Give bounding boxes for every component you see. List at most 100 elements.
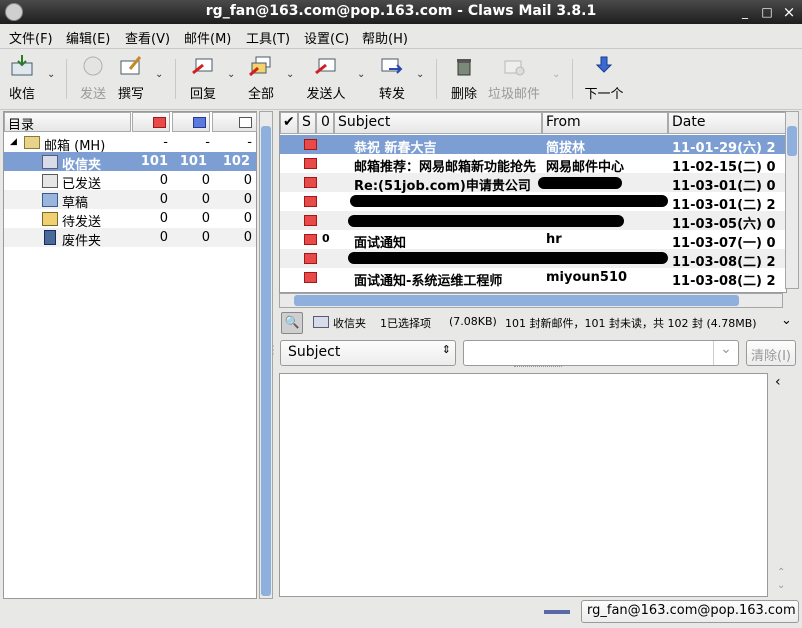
message-preview [279,373,768,597]
paperclip-icon: 0 [322,232,330,245]
forward-button[interactable]: 转发 [377,53,407,102]
scrollbar-thumb[interactable] [261,126,271,596]
status-column-header[interactable]: S [298,112,316,134]
folder-tree: 目录 ◢ 邮箱 (MH) - - - 收信夹 101 101 102 已发送 0… [3,111,257,599]
message-row[interactable]: 面试通知-系统运维工程师 miyoun510 11-03-08(二) 2 [280,268,786,289]
attachment-column-header[interactable]: 0 [316,112,334,134]
minimize-button[interactable]: _ [738,5,752,19]
search-input[interactable]: ⌄ [463,340,739,366]
reply-dropdown-icon[interactable]: ⌄ [227,69,235,80]
redaction-mark [348,215,624,227]
forward-icon [381,58,403,74]
envelope-icon [304,196,317,207]
menu-help[interactable]: 帮助(H) [362,28,408,47]
menu-file[interactable]: 文件(F) [9,28,53,47]
receive-button[interactable]: 收信 [6,53,38,102]
folder-drafts[interactable]: 草稿 0 0 0 [4,190,256,211]
envelope-icon [304,234,317,245]
message-list: ✔ S 0 Subject From Date 恭祝 新春大吉 简拔林 11-0… [279,111,787,293]
message-row[interactable]: 恭祝 新春大吉 简拔林 11-01-29(六) 2 [280,135,786,156]
message-list-scrollbar[interactable] [785,111,799,289]
scrollbar-thumb[interactable] [787,126,797,156]
receive-dropdown-icon[interactable]: ⌄ [47,69,55,80]
folder-inbox[interactable]: 收信夹 101 101 102 [4,152,256,173]
account-selector[interactable]: rg_fan@163.com@pop.163.com [581,600,799,623]
status-bar: rg_fan@163.com@pop.163.com [0,600,802,628]
message-row[interactable]: 11-03-05(六) 0 [280,211,786,232]
envelope-total-icon [239,117,252,128]
delete-button[interactable]: 删除 [449,53,479,102]
chevron-down-icon[interactable]: ⌄ [713,341,738,365]
message-row[interactable]: 邮箱推荐：网易邮箱新功能抢先 网易邮件中心 11-02-15(二) 0 [280,154,786,175]
menu-edit[interactable]: 编辑(E) [66,28,110,47]
folder-trash[interactable]: 废件夹 0 0 0 [4,228,256,249]
menu-tools[interactable]: 工具(T) [246,28,290,47]
reply-all-icon [249,56,271,77]
trash-folder-icon [44,230,56,245]
reply-sender-dropdown-icon[interactable]: ⌄ [357,69,365,80]
inbox-icon [42,155,58,169]
close-button[interactable]: × [782,5,796,20]
search-toggle-button[interactable]: 🔍 [281,312,303,334]
sent-icon [42,174,58,188]
message-row[interactable]: 11-03-08(二) 2 [280,249,786,270]
subject-column-header[interactable]: Subject [334,112,542,134]
folder-scrollbar[interactable] [259,111,273,599]
folder-sent[interactable]: 已发送 0 0 0 [4,171,256,192]
chevron-down-icon[interactable]: ⌄ [781,313,792,328]
envelope-icon [304,253,317,264]
reply-button[interactable]: 回复 [187,53,219,102]
folder-queue[interactable]: 待发送 0 0 0 [4,209,256,230]
folder-icon [313,316,329,328]
redaction-mark [350,195,668,207]
scrollbar-thumb[interactable] [294,295,739,306]
search-field-select[interactable]: Subject ⇕ [280,340,456,366]
message-row[interactable]: 0 面试通知 hr 11-03-07(一) 0 [280,230,786,251]
reply-all-button[interactable]: 全部 [246,53,276,102]
message-row[interactable]: 11-03-01(二) 2 [280,192,786,213]
spam-button[interactable]: 垃圾邮件 [487,53,541,102]
menu-settings[interactable]: 设置(C) [304,28,349,47]
preview-scroll-arrows[interactable]: ⌃ ⌄ [777,566,785,592]
chevron-left-icon[interactable]: ‹ [775,374,781,390]
forward-dropdown-icon[interactable]: ⌄ [416,69,424,80]
envelope-icon [304,139,317,150]
menu-view[interactable]: 查看(V) [125,28,170,47]
message-row[interactable]: Re:(51job.com)申请贵公司 11-03-01(二) 0 [280,173,786,194]
message-list-hscrollbar[interactable] [279,293,783,308]
next-button[interactable]: 下一个 [584,53,624,102]
envelope-icon [304,215,317,226]
compose-dropdown-icon[interactable]: ⌄ [155,69,163,80]
menu-bar: 文件(F) 编辑(E) 查看(V) 邮件(M) 工具(T) 设置(C) 帮助(H… [0,24,802,49]
from-column-header[interactable]: From [542,112,668,134]
reply-sender-icon [315,58,336,75]
mailbox-icon [24,136,40,149]
down-arrow-icon [595,56,613,73]
new-column-header[interactable] [132,112,170,132]
reply-all-dropdown-icon[interactable]: ⌄ [286,69,294,80]
clear-search-button[interactable]: 清除(I) [746,340,796,366]
drafts-icon [42,193,58,207]
mark-column-header[interactable]: ✔ [280,112,298,134]
inbox-receive-icon [11,55,33,76]
menu-message[interactable]: 邮件(M) [184,28,231,47]
folder-column-header[interactable]: 目录 [4,112,131,133]
envelope-icon [304,177,317,188]
date-column-header[interactable]: Date [668,112,786,134]
resize-grip[interactable] [514,366,562,369]
magnifier-icon: 🔍 [284,315,300,329]
reply-sender-button[interactable]: 发送人 [305,53,347,102]
redaction-mark [348,252,668,264]
maximize-button[interactable]: □ [760,5,774,19]
unread-column-header[interactable] [172,112,210,132]
trash-icon [457,59,471,76]
toolbar: 收信 ⌄ 发送 撰写 ⌄ 回复 ⌄ 全部 ⌄ 发送人 ⌄ 转发 ⌄ 删除 垃圾邮… [0,49,802,110]
connection-icon[interactable] [544,610,570,614]
spam-dropdown-icon[interactable]: ⌄ [552,69,560,80]
total-column-header[interactable] [212,112,257,132]
folder-root[interactable]: ◢ 邮箱 (MH) - - - [4,133,256,154]
send-button[interactable]: 发送 [78,53,108,102]
expander-icon[interactable]: ◢ [10,137,17,147]
compose-button[interactable]: 撰写 [116,53,146,102]
pane-splitter-handle[interactable]: · · · [272,343,278,359]
